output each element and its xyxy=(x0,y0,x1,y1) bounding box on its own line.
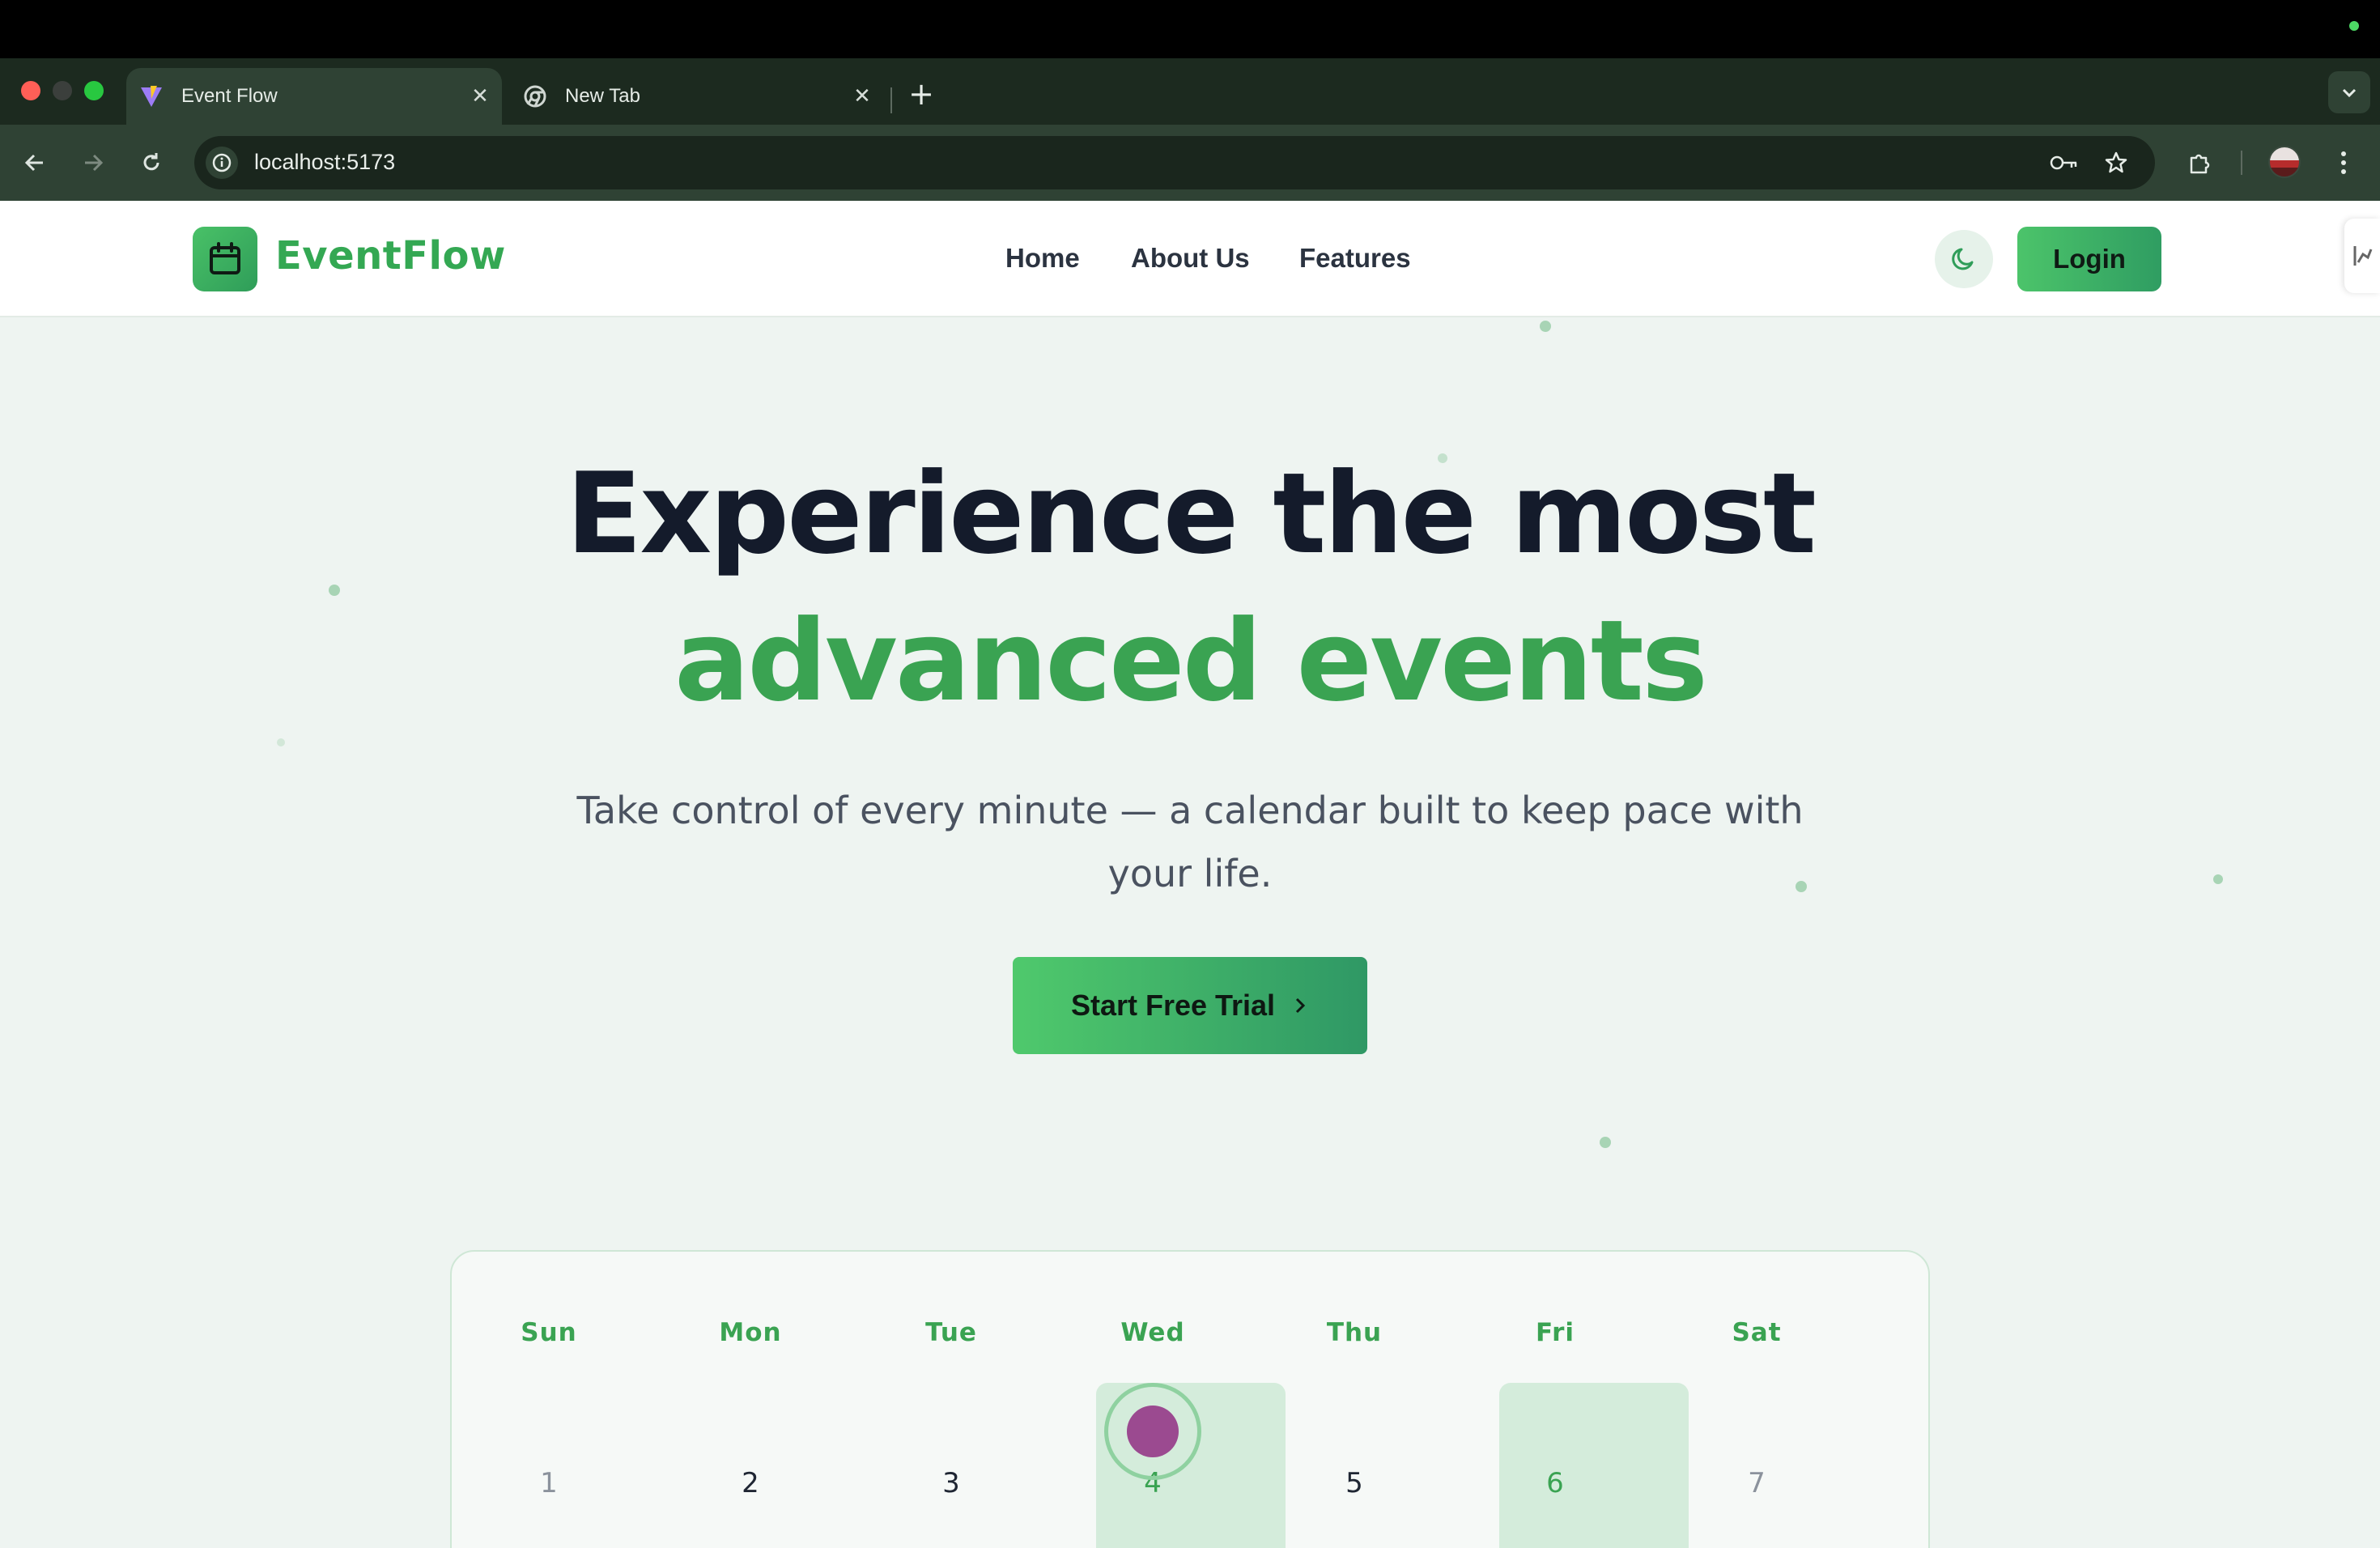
arrow-right-icon xyxy=(85,154,104,172)
panel-toggle-icon xyxy=(2353,246,2373,266)
close-icon[interactable]: ✕ xyxy=(848,83,876,110)
calendar-logo-icon[interactable] xyxy=(193,227,257,291)
side-panel-toggle[interactable] xyxy=(2344,219,2380,293)
nav-link-home[interactable]: Home xyxy=(1005,243,1080,274)
hero-title-line1: Experience the most xyxy=(566,449,1817,579)
event-marker[interactable] xyxy=(1104,1383,1201,1480)
day-header-fri: Fri xyxy=(1535,1318,1575,1347)
browser-toolbar: localhost:5173 xyxy=(0,125,2380,201)
reload-button[interactable] xyxy=(133,144,170,181)
theme-toggle-button[interactable] xyxy=(1935,230,1993,288)
tab-new-tab[interactable]: New Tab ✕ xyxy=(510,68,884,125)
reload-icon xyxy=(143,153,159,171)
moon-icon xyxy=(1952,248,1974,270)
chevron-down-icon xyxy=(2342,88,2357,98)
tab-title: New Tab xyxy=(565,85,640,107)
cta-label: Start Free Trial xyxy=(1070,989,1276,1022)
day-cell-3[interactable]: 3 xyxy=(854,1467,1048,1499)
particle-dot xyxy=(1540,321,1551,332)
close-icon[interactable]: ✕ xyxy=(466,83,494,110)
calendar-preview: Sun Mon Tue Wed Thu Fri Sat 1 2 3 4 5 6 … xyxy=(450,1250,1930,1548)
site-info-icon[interactable] xyxy=(206,147,238,179)
window-minimize-button[interactable] xyxy=(53,81,72,100)
new-tab-button[interactable]: + xyxy=(903,76,939,112)
url-text: localhost:5173 xyxy=(254,150,396,174)
bookmark-star-icon[interactable] xyxy=(2100,147,2132,179)
page-viewport: EventFlow Home About Us Features Login E… xyxy=(0,201,2380,1548)
start-free-trial-button[interactable]: Start Free Trial xyxy=(1013,957,1367,1054)
os-menu-bar xyxy=(0,0,2380,58)
event-marker-dot xyxy=(1127,1406,1179,1457)
status-dot-icon xyxy=(2349,21,2359,31)
day-header-wed: Wed xyxy=(1120,1318,1185,1347)
day-cell-highlight[interactable] xyxy=(1499,1383,1689,1548)
chrome-icon xyxy=(523,84,547,108)
day-header-mon: Mon xyxy=(719,1318,782,1347)
window-zoom-button[interactable] xyxy=(84,81,104,100)
toolbar-divider xyxy=(2241,151,2242,175)
day-cell-5[interactable]: 5 xyxy=(1257,1467,1451,1499)
nav-link-features[interactable]: Features xyxy=(1299,243,1411,274)
chevron-right-icon xyxy=(1295,997,1306,1014)
particle-dot xyxy=(1600,1137,1611,1148)
back-button[interactable] xyxy=(16,144,53,181)
nav-link-about-us[interactable]: About Us xyxy=(1131,243,1250,274)
tab-event-flow[interactable]: Event Flow ✕ xyxy=(126,68,502,125)
day-cell-2[interactable]: 2 xyxy=(653,1467,848,1499)
profile-avatar[interactable] xyxy=(2268,146,2301,178)
day-cell-7[interactable]: 7 xyxy=(1660,1467,1854,1499)
particle-dot xyxy=(2213,874,2223,884)
day-header-sat: Sat xyxy=(1732,1318,1782,1347)
tab-search-button[interactable] xyxy=(2328,71,2370,113)
browser-tabstrip: Event Flow ✕ New Tab ✕ + xyxy=(0,58,2380,125)
hero-title-line2: advanced events xyxy=(674,596,1708,726)
day-cell-1[interactable]: 1 xyxy=(452,1467,646,1499)
day-header-sun: Sun xyxy=(521,1318,577,1347)
vite-icon xyxy=(139,84,164,108)
login-button[interactable]: Login xyxy=(2017,227,2161,291)
tab-title: Event Flow xyxy=(181,85,278,107)
site-header: EventFlow Home About Us Features Login xyxy=(0,201,2380,317)
particle-dot xyxy=(277,738,285,746)
forward-button[interactable] xyxy=(74,144,112,181)
day-cell-6[interactable]: 6 xyxy=(1458,1467,1652,1499)
extensions-icon[interactable] xyxy=(2181,144,2218,181)
key-icon[interactable] xyxy=(2048,147,2080,179)
day-header-thu: Thu xyxy=(1326,1318,1383,1347)
arrow-left-icon xyxy=(24,154,43,172)
particle-dot xyxy=(329,585,340,596)
address-bar[interactable]: localhost:5173 xyxy=(194,136,2155,189)
brand-name[interactable]: EventFlow xyxy=(275,233,506,279)
day-header-tue: Tue xyxy=(925,1318,977,1347)
tab-separator xyxy=(890,87,892,113)
window-close-button[interactable] xyxy=(21,81,40,100)
more-menu-icon[interactable] xyxy=(2325,144,2362,181)
hero-subtitle: Take control of every minute — a calenda… xyxy=(576,789,1804,895)
